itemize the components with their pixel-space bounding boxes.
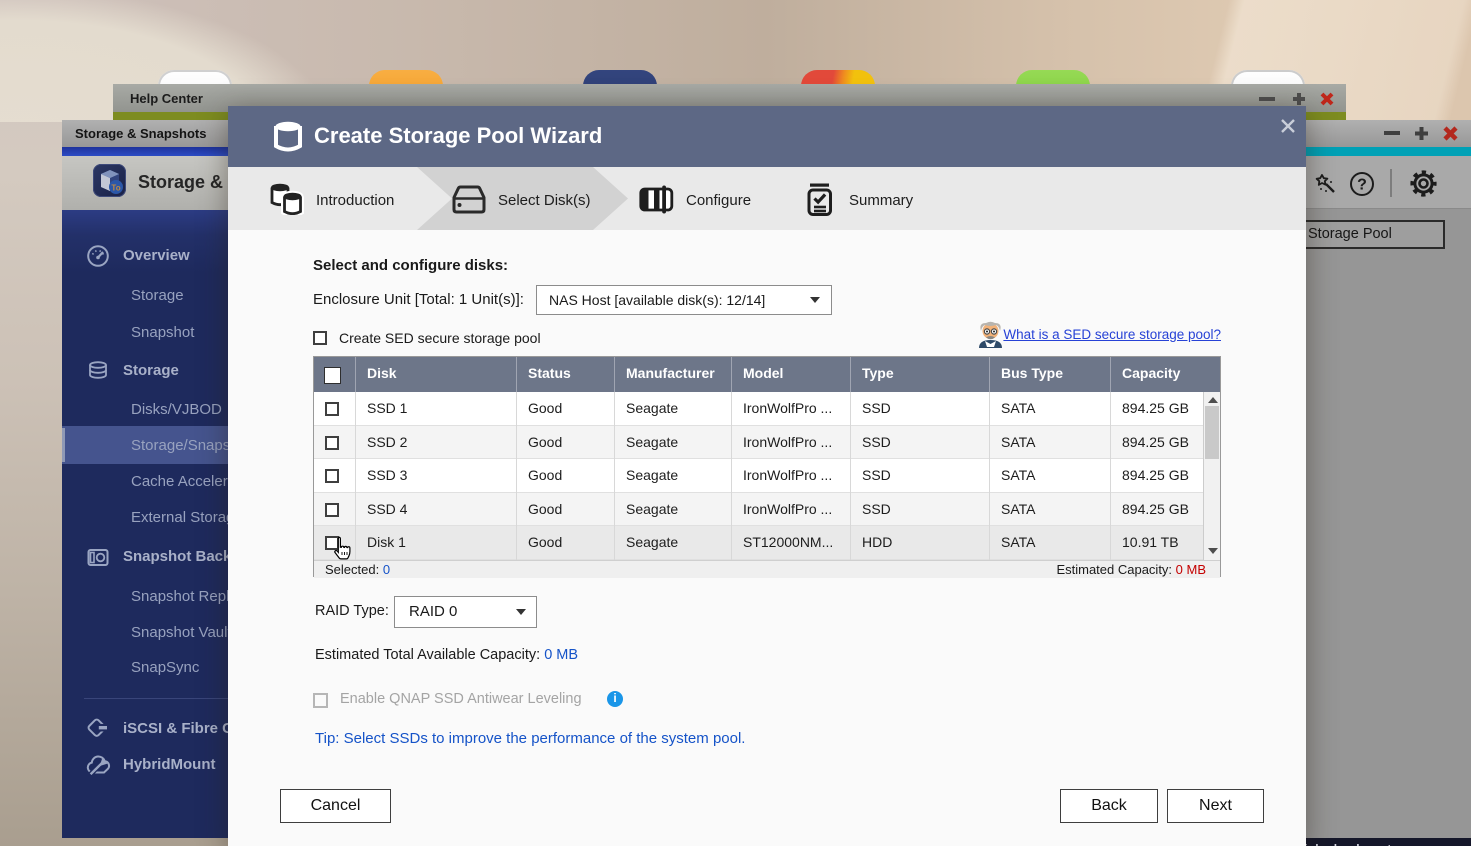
svg-text:To: To: [111, 184, 120, 193]
svg-text:?: ?: [1357, 177, 1367, 194]
